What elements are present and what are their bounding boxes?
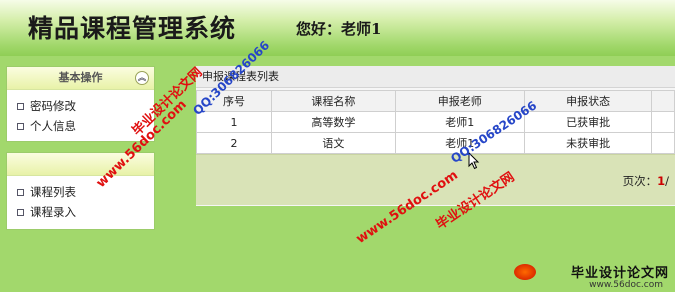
column-header: 序号 (195, 90, 273, 112)
main-title: 申报课程表列表 (196, 66, 675, 88)
bullet-icon (17, 122, 24, 130)
app-title: 精品课程管理系统 (28, 14, 237, 43)
sidebar-panel-basic: 基本操作 ︽ 密码修改 个人信息 (6, 66, 155, 142)
sidebar-item-label: 密码修改 (30, 99, 76, 113)
bullet-icon (17, 188, 24, 196)
course-table: 序号 课程名称 申报老师 申报状态 1 高等数学 老师1 已获审批 2 语文 老… (195, 90, 675, 154)
pager-bar: 页次：1/ (196, 154, 675, 205)
site-logo-text: 毕业设计论文网 (570, 266, 669, 281)
sidebar-item-label: 课程录入 (30, 205, 76, 219)
user-greeting: 您好：老师1 (296, 20, 382, 38)
table-cell: 语文 (271, 132, 396, 154)
site-logo-icon (514, 264, 536, 280)
column-header: 申报老师 (394, 90, 525, 112)
table-cell: 2 (195, 132, 273, 154)
table-cell: 老师1 (394, 111, 525, 133)
sidebar-item-change-password[interactable]: 密码修改 (17, 96, 154, 116)
table-row[interactable]: 1 高等数学 老师1 已获审批 (195, 111, 675, 133)
sidebar-item-label: 个人信息 (30, 119, 76, 133)
table-cell: 高等数学 (271, 111, 396, 133)
site-logo-url: www.56doc.com (589, 280, 663, 290)
column-header: 课程名称 (271, 90, 396, 112)
table-cell-extra (651, 132, 675, 154)
sidebar-item-course-entry[interactable]: 课程录入 (17, 202, 154, 222)
sidebar-panel-courses: 课程列表 课程录入 (6, 152, 155, 230)
table-row[interactable]: 2 语文 老师1 未获审批 (195, 132, 675, 154)
column-header: 申报状态 (523, 90, 653, 112)
sidebar-item-course-list[interactable]: 课程列表 (17, 182, 154, 202)
table-header-row: 序号 课程名称 申报老师 申报状态 (195, 90, 675, 112)
panel-title-basic: 基本操作 (58, 71, 103, 84)
bullet-icon (17, 102, 24, 110)
table-cell-extra (651, 111, 675, 133)
mouse-cursor-icon (468, 152, 480, 170)
table-cell: 已获审批 (523, 111, 653, 133)
sidebar-item-profile[interactable]: 个人信息 (17, 116, 154, 136)
main-panel: 申报课程表列表 序号 课程名称 申报老师 申报状态 1 高等数学 老师1 已获审… (195, 66, 675, 206)
header-bar: 精品课程管理系统 您好：老师1 (0, 0, 675, 56)
bullet-icon (17, 208, 24, 216)
panel-header-courses (7, 153, 154, 176)
pager-current-page[interactable]: 1 (657, 174, 665, 188)
table-cell: 1 (195, 111, 273, 133)
column-header-extra (651, 90, 675, 112)
pager: 页次：1/ (623, 173, 669, 189)
pager-separator: / (665, 174, 669, 188)
sidebar-item-label: 课程列表 (30, 185, 76, 199)
collapse-icon[interactable]: ︽ (135, 71, 149, 85)
table-cell: 未获审批 (523, 132, 653, 154)
panel-header-basic: 基本操作 ︽ (7, 67, 154, 90)
table-cell: 老师1 (394, 132, 525, 154)
pager-label: 页次： (622, 174, 658, 188)
